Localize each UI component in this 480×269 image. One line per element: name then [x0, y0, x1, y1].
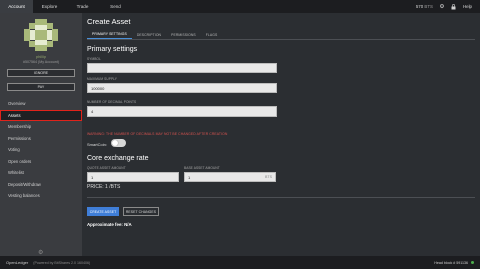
base-amount-label: BASE ASSET AMOUNT: [184, 166, 220, 170]
toggle-knob: [112, 140, 118, 146]
sidebar-item-permissions[interactable]: Permissions: [0, 133, 82, 145]
primary-settings-heading: Primary settings: [87, 46, 138, 53]
base-amount-input[interactable]: 1: [184, 172, 276, 182]
max-supply-input[interactable]: 100000: [87, 83, 277, 93]
balance-value: 570: [415, 4, 424, 9]
page-title: Create Asset: [87, 17, 131, 26]
sidebar-item-deposit-withdraw[interactable]: Deposit/Withdraw: [0, 179, 82, 191]
account-menu: Overview Assets Membership Permissions V…: [0, 98, 82, 202]
sidebar-item-assets[interactable]: Assets: [0, 109, 82, 121]
topbar-right: 570 BTS ⚙ Help: [416, 0, 480, 13]
sidebar-item-vesting-balances[interactable]: Vesting balances: [0, 190, 82, 202]
help-link[interactable]: Help: [463, 4, 472, 9]
settings-gear-icon[interactable]: ⚙: [38, 249, 43, 256]
top-navbar: Account Explore Trade Send 570 BTS ⚙ Hel…: [0, 0, 480, 13]
exchange-price: PRICE: 1 /BTS: [87, 184, 121, 190]
sidebar-item-whitelist[interactable]: Whitelist: [0, 167, 82, 179]
nav-trade[interactable]: Trade: [66, 0, 99, 13]
decimals-label: NUMBER OF DECIMAL POINTS: [87, 100, 137, 104]
smartcoin-toggle[interactable]: [111, 139, 126, 147]
quote-amount-label: QUOTE ASSET AMOUNT: [87, 166, 126, 170]
sidebar-item-overview[interactable]: Overview: [0, 98, 82, 110]
symbol-label: SYMBOL: [87, 57, 101, 61]
nav-send[interactable]: Send: [99, 0, 132, 13]
form-divider: [87, 197, 475, 198]
sidebar-item-open-orders[interactable]: Open orders: [0, 156, 82, 168]
ignore-button[interactable]: IGNORE: [7, 69, 75, 77]
nav-account[interactable]: Account: [0, 0, 33, 13]
quote-amount-input[interactable]: 1: [87, 172, 179, 182]
create-asset-button[interactable]: CREATE ASSET: [87, 207, 119, 216]
footer-powered-by: (Powered by BitShares 2.0 160406): [33, 260, 91, 265]
sidebar-item-voting[interactable]: Voting: [0, 144, 82, 156]
account-name: phillip: [35, 54, 47, 59]
pay-button[interactable]: PAY: [7, 83, 75, 91]
account-id: #507564 (My Account): [23, 60, 59, 64]
footer-bar: OpenLedger (Powered by BitShares 2.0 160…: [0, 256, 480, 269]
tab-flags[interactable]: FLAGS: [201, 30, 223, 39]
sidebar-item-membership[interactable]: Membership: [0, 121, 82, 133]
asset-tabs: PRIMARY SETTINGS DESCRIPTION PERMISSIONS…: [87, 30, 475, 40]
tab-primary-settings[interactable]: PRIMARY SETTINGS: [87, 30, 132, 39]
symbol-input[interactable]: [87, 63, 277, 73]
decimals-warning: WARNING: THE NUMBER OF DECIMALS MAY NOT …: [87, 132, 228, 136]
smartcoin-label: SmartCoin:: [87, 142, 108, 147]
nav-explore[interactable]: Explore: [33, 0, 66, 13]
decimals-input[interactable]: 4: [87, 106, 277, 117]
tab-description[interactable]: DESCRIPTION: [132, 30, 166, 39]
balance-unit: BTS: [424, 4, 433, 9]
base-unit-label: BTS: [265, 175, 272, 179]
reset-changes-button[interactable]: RESET CHANGES: [123, 207, 159, 216]
footer-brand: OpenLedger: [6, 260, 29, 265]
gear-icon[interactable]: ⚙: [439, 4, 445, 10]
approximate-fee: Approximate fee: N/A: [87, 222, 132, 227]
account-sidebar: phillip #507564 (My Account) IGNORE PAY …: [0, 13, 82, 256]
footer-status: Head block # 591136: [434, 261, 474, 265]
account-identicon: [24, 19, 58, 51]
head-block: Head block # 591136: [434, 260, 468, 265]
lock-icon[interactable]: [451, 3, 457, 10]
create-asset-panel: Create Asset PRIMARY SETTINGS DESCRIPTIO…: [82, 13, 480, 256]
balance-display[interactable]: 570 BTS: [416, 4, 433, 9]
tab-permissions[interactable]: PERMISSIONS: [166, 30, 201, 39]
connection-status-icon: [471, 261, 474, 264]
max-supply-label: MAXIMUM SUPPLY: [87, 77, 118, 81]
core-exchange-rate-heading: Core exchange rate: [87, 155, 149, 162]
